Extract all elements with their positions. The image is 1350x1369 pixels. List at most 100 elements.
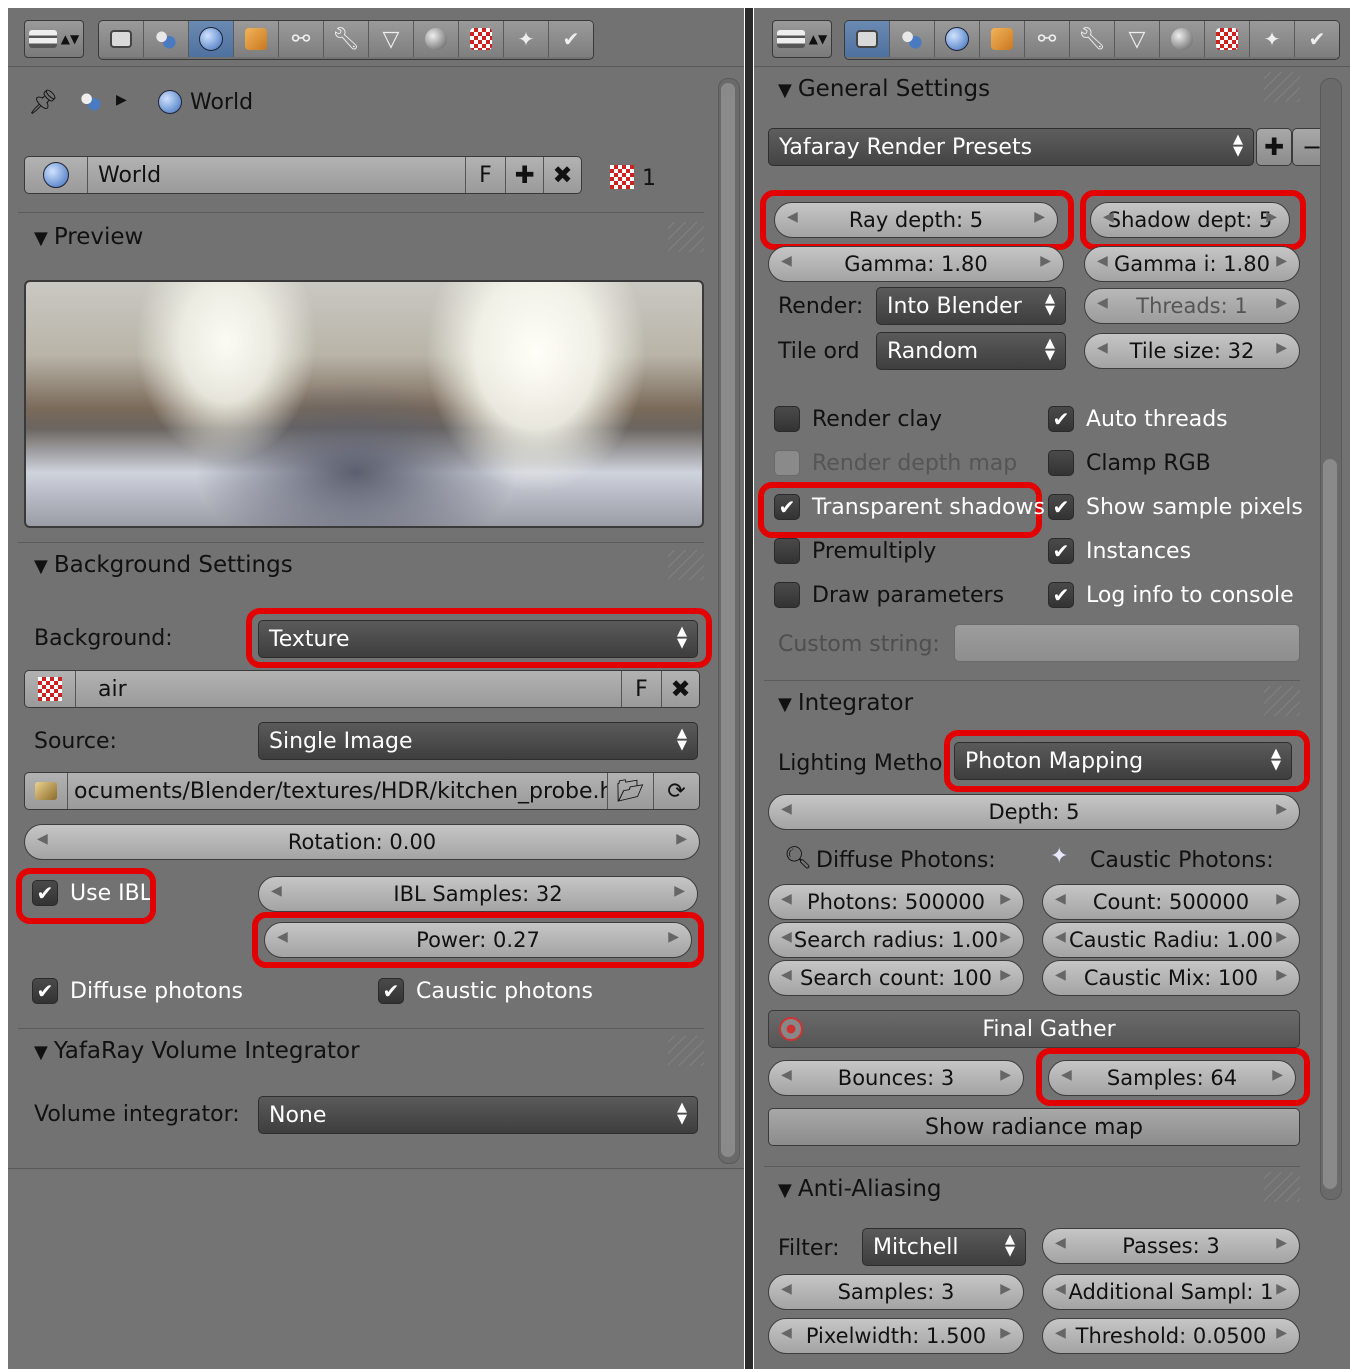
texture-fake-user-button[interactable]: F	[621, 671, 661, 707]
reload-icon[interactable]: ⟳	[653, 773, 699, 809]
integrator-section-header[interactable]: ▼ Integrator	[778, 690, 913, 716]
diffuse-photons-title: Diffuse Photons:	[816, 848, 996, 873]
source-dropdown[interactable]: Single Image ▲ ▼	[258, 722, 698, 760]
add-preset-icon[interactable]: ✚	[1256, 128, 1292, 166]
tab-particles[interactable]: ✦	[1250, 21, 1295, 57]
rotation-slider[interactable]: ◀ Rotation: 0.00 ▶	[24, 824, 700, 860]
tab-object[interactable]	[234, 21, 279, 57]
checkbox-render-clay[interactable]: Render clay	[774, 406, 942, 432]
show-radiance-map-button[interactable]: Show radiance map	[768, 1108, 1300, 1146]
texture-datablock-field[interactable]: air F ✖	[24, 670, 700, 708]
render-presets-dropdown[interactable]: Yafaray Render Presets ▲ ▼	[768, 128, 1254, 166]
search-radius-slider[interactable]: ◀ Search radius: 1.00 ▶	[768, 922, 1024, 958]
tab-render[interactable]	[99, 21, 144, 57]
area-divider[interactable]	[745, 8, 753, 1369]
ibl-samples-slider[interactable]: ◀ IBL Samples: 32 ▶	[258, 876, 698, 912]
world-datablock-field[interactable]: World F ✚ ✖	[24, 156, 582, 194]
tab-render[interactable]	[845, 21, 890, 57]
tab-modifiers[interactable]: 🔧︎	[324, 21, 369, 57]
checkbox-auto-threads[interactable]: ✔ Auto threads	[1048, 406, 1228, 432]
tab-texture[interactable]	[459, 21, 504, 57]
tab-world[interactable]	[189, 21, 234, 57]
caustic-radius-slider[interactable]: ◀ Caustic Radiu: 1.00 ▶	[1042, 922, 1300, 958]
general-settings-header[interactable]: ▼ General Settings	[778, 76, 990, 102]
tab-modifiers[interactable]: 🔧︎	[1070, 21, 1115, 57]
anti-aliasing-section-header[interactable]: ▼ Anti-Aliasing	[778, 1176, 942, 1202]
render-output-dropdown[interactable]: Into Blender ▲ ▼	[876, 287, 1066, 325]
checkbox-show-sample-pixels[interactable]: ✔ Show sample pixels	[1048, 494, 1303, 520]
checkbox-draw-parameters[interactable]: Draw parameters	[774, 582, 1004, 608]
checkbox-instances[interactable]: ✔ Instances	[1048, 538, 1191, 564]
checkbox-transparent-shadows[interactable]: ✔ Transparent shadows	[774, 494, 1045, 520]
volume-section-header[interactable]: ▼ YafaRay Volume Integrator	[34, 1038, 360, 1064]
tile-size-slider[interactable]: ◀ Tile size: 32 ▶	[1084, 333, 1300, 369]
checkbox-premultiply[interactable]: Premultiply	[774, 538, 936, 564]
filepath-value[interactable]: ocuments/Blender/textures/HDR/kitchen_pr…	[68, 779, 607, 804]
diffuse-photons-checkbox[interactable]: ✔ Diffuse photons	[32, 978, 243, 1004]
final-gather-toggle[interactable]: Final Gather	[768, 1010, 1300, 1048]
tab-physics[interactable]: ✔	[1295, 21, 1339, 57]
aa-samples-slider[interactable]: ◀ Samples: 3 ▶	[768, 1274, 1024, 1310]
gamma-slider[interactable]: ◀ Gamma: 1.80 ▶	[768, 246, 1064, 282]
bounces-slider[interactable]: ◀ Bounces: 3 ▶	[768, 1060, 1024, 1096]
new-world-icon[interactable]: ✚	[505, 157, 543, 193]
tab-data[interactable]: ▽	[1115, 21, 1160, 57]
panel-grip-icon[interactable]	[1264, 686, 1300, 716]
caustic-count-slider[interactable]: ◀ Count: 500000 ▶	[1042, 884, 1300, 920]
tab-material[interactable]	[1160, 21, 1205, 57]
caustic-mix-slider[interactable]: ◀ Caustic Mix: 100 ▶	[1042, 960, 1300, 996]
tab-texture[interactable]	[1205, 21, 1250, 57]
pixelwidth-slider[interactable]: ◀ Pixelwidth: 1.500 ▶	[768, 1318, 1024, 1354]
passes-slider[interactable]: ◀ Passes: 3 ▶	[1042, 1228, 1300, 1264]
gamma-input-slider[interactable]: ◀ Gamma i: 1.80 ▶	[1084, 246, 1300, 282]
editor-type-button[interactable]: ▲▼	[24, 20, 84, 58]
file-browse-icon[interactable]: 📂︎	[607, 773, 653, 809]
texture-name[interactable]: air	[76, 677, 621, 702]
world-icon	[158, 90, 182, 114]
tab-constraints[interactable]: ⚯	[1025, 21, 1070, 57]
package-icon[interactable]	[25, 773, 68, 809]
tab-scene[interactable]	[890, 21, 935, 57]
texture-browse-button[interactable]	[25, 671, 76, 707]
wrench-icon: 🔧︎	[1078, 26, 1106, 52]
fake-user-button[interactable]: F	[465, 157, 505, 193]
texture-unlink-icon[interactable]: ✖	[661, 671, 699, 707]
additional-samples-slider[interactable]: ◀ Additional Sampl: 1 ▶	[1042, 1274, 1300, 1310]
tab-particles[interactable]: ✦	[504, 21, 549, 57]
checkbox-clamp-rgb[interactable]: Clamp RGB	[1048, 450, 1211, 476]
background-section-header[interactable]: ▼ Background Settings	[34, 552, 293, 578]
unlink-icon[interactable]: ✖	[543, 157, 581, 193]
tab-world[interactable]	[935, 21, 980, 57]
tab-data[interactable]: ▽	[369, 21, 414, 57]
panel-grip-icon[interactable]	[1264, 72, 1300, 102]
preview-section-header[interactable]: ▼ Preview	[34, 224, 143, 250]
world-name[interactable]: World	[88, 163, 465, 188]
tile-order-dropdown[interactable]: Random ▲ ▼	[876, 332, 1066, 370]
tab-constraints[interactable]: ⚯	[279, 21, 324, 57]
photons-slider[interactable]: ◀ Photons: 500000 ▶	[768, 884, 1024, 920]
pin-icon[interactable]: 📌︎	[28, 88, 58, 116]
depth-slider[interactable]: ◀ Depth: 5 ▶	[768, 794, 1300, 830]
panel-grip-icon[interactable]	[668, 1036, 704, 1066]
world-browse-button[interactable]	[25, 157, 88, 193]
tab-material[interactable]	[414, 21, 459, 57]
threads-slider[interactable]: ◀ Threads: 1 ▶	[1084, 288, 1300, 324]
search-count-slider[interactable]: ◀ Search count: 100 ▶	[768, 960, 1024, 996]
right-scrollbar[interactable]	[1320, 78, 1342, 1200]
caustic-photons-checkbox[interactable]: ✔ Caustic photons	[378, 978, 593, 1004]
custom-string-input[interactable]	[954, 624, 1300, 662]
filter-dropdown[interactable]: Mitchell ▲ ▼	[862, 1228, 1026, 1266]
threshold-slider[interactable]: ◀ Threshold: 0.0500 ▶	[1042, 1318, 1300, 1354]
left-scrollbar[interactable]	[718, 78, 740, 1164]
panel-grip-icon[interactable]	[1264, 1172, 1300, 1202]
volume-integrator-dropdown[interactable]: None ▲ ▼	[258, 1096, 698, 1134]
tab-object[interactable]	[980, 21, 1025, 57]
tab-physics[interactable]: ✔	[549, 21, 593, 57]
panel-grip-icon[interactable]	[668, 222, 704, 252]
check-icon: ✔	[378, 978, 404, 1004]
checkbox-log-info-to-console[interactable]: ✔ Log info to console	[1048, 582, 1294, 608]
panel-grip-icon[interactable]	[668, 550, 704, 580]
tab-scene[interactable]	[144, 21, 189, 57]
editor-type-button[interactable]: ▲▼	[772, 20, 832, 58]
filepath-field[interactable]: ocuments/Blender/textures/HDR/kitchen_pr…	[24, 772, 700, 810]
